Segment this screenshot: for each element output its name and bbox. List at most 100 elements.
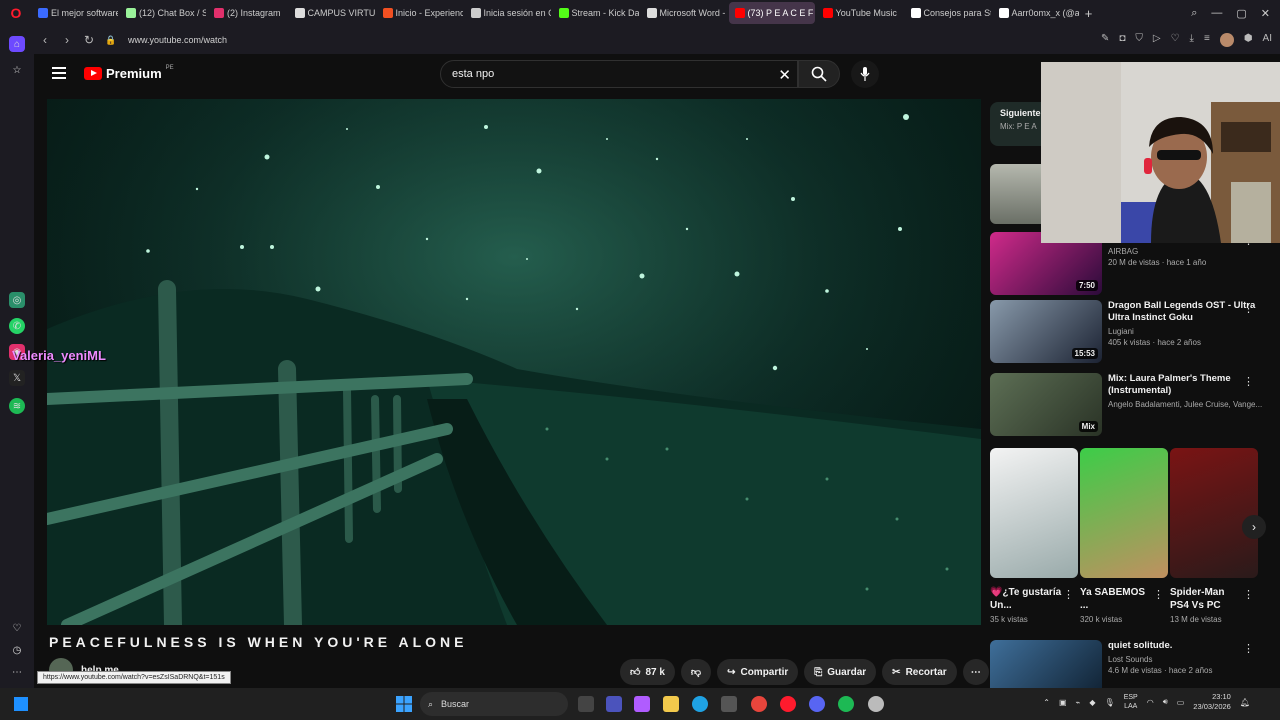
- channel-name[interactable]: Lugiani: [1108, 327, 1256, 336]
- opera-taskbar-icon[interactable]: [780, 696, 796, 712]
- heart-icon[interactable]: ♡: [9, 620, 25, 636]
- search-tabs-icon[interactable]: ⌕: [1191, 7, 1197, 20]
- recommended-video[interactable]: 15:53 Dragon Ball Legends OST - Ultra Ult…: [990, 300, 1266, 363]
- shield-icon[interactable]: ⛉: [1135, 33, 1143, 47]
- browser-tab[interactable]: (73) P E A C E F U L: [728, 2, 815, 24]
- more-options-icon[interactable]: ⋮: [1063, 588, 1074, 601]
- more-options-icon[interactable]: ⋮: [1153, 588, 1164, 601]
- language-indicator[interactable]: ESP LAA: [1124, 693, 1138, 711]
- player-icon[interactable]: ▷: [1153, 33, 1161, 47]
- chrome-icon[interactable]: [751, 696, 767, 712]
- widgets-icon[interactable]: [14, 697, 28, 711]
- more-icon[interactable]: ⋯: [9, 664, 25, 680]
- youtube-premium-logo[interactable]: Premium PE: [84, 65, 174, 81]
- video-thumbnail[interactable]: 15:53: [990, 300, 1102, 363]
- chatgpt-icon[interactable]: ◎: [9, 292, 25, 308]
- share-button[interactable]: ↪ Compartir: [717, 659, 799, 685]
- short-thumbnail[interactable]: [1080, 448, 1168, 578]
- whatsapp-icon[interactable]: ✆: [9, 318, 25, 334]
- clip-button[interactable]: ✂ Recortar: [882, 659, 957, 685]
- discord-icon[interactable]: [809, 696, 825, 712]
- short-video[interactable]: Spider-Man PS4 Vs PC 13 M de vistas ⋮: [1170, 448, 1258, 624]
- opera-logo-icon[interactable]: O: [0, 0, 32, 26]
- camera-icon[interactable]: ◘: [1119, 33, 1125, 47]
- hamburger-menu-icon[interactable]: [52, 67, 66, 79]
- x-twitter-icon[interactable]: 𝕏: [9, 370, 25, 386]
- minimize-button[interactable]: —: [1211, 7, 1222, 20]
- spotify-taskbar-icon[interactable]: [838, 696, 854, 712]
- browser-tab[interactable]: (12) Chat Box / Stre: [120, 2, 206, 24]
- copilot-icon[interactable]: [634, 696, 650, 712]
- browser-tab[interactable]: Inicia sesión en Cai: [465, 2, 551, 24]
- menu-icon[interactable]: ≡: [1204, 33, 1210, 47]
- browser-tab[interactable]: Microsoft Word - M: [641, 2, 727, 24]
- teams-icon[interactable]: [606, 696, 622, 712]
- browser-tab[interactable]: Stream - Kick Dash: [553, 2, 639, 24]
- file-explorer-icon[interactable]: [663, 696, 679, 712]
- heart-icon[interactable]: ♡: [1171, 33, 1180, 47]
- browser-tab[interactable]: YouTube Music: [817, 2, 903, 24]
- more-actions-button[interactable]: ⋯: [962, 659, 989, 685]
- taskbar-search[interactable]: ⌕ Buscar: [420, 692, 568, 716]
- clock[interactable]: 23:10 23/03/2026: [1193, 692, 1231, 712]
- profile-avatar[interactable]: [1219, 33, 1234, 47]
- more-options-icon[interactable]: ⋮: [1243, 302, 1254, 315]
- channel-name[interactable]: Lost Sounds: [1108, 655, 1256, 664]
- browser-tab[interactable]: Aarr0omx_x (@aar: [993, 2, 1079, 24]
- voice-search-button[interactable]: [851, 60, 879, 88]
- short-video[interactable]: Ya SABEMOS ... 320 k vistas ⋮: [1080, 448, 1168, 624]
- notification-bell-icon[interactable]: 🔔︎: [1240, 698, 1250, 707]
- reload-button[interactable]: ↻: [78, 33, 100, 47]
- edge-icon[interactable]: [692, 696, 708, 712]
- browser-tab[interactable]: Consejos para Strea: [905, 2, 991, 24]
- edit-icon[interactable]: ✎: [1101, 33, 1109, 47]
- browser-tab[interactable]: (2) Instagram: [208, 2, 287, 24]
- browser-tab[interactable]: El mejor software p: [32, 2, 118, 24]
- network-icon[interactable]: ⌁: [1076, 698, 1081, 707]
- short-thumbnail[interactable]: [990, 448, 1078, 578]
- more-options-icon[interactable]: ⋮: [1243, 588, 1254, 601]
- ai-button[interactable]: AI: [1263, 33, 1272, 47]
- app-icon[interactable]: [868, 696, 884, 712]
- battery-icon[interactable]: ▭: [1177, 698, 1185, 707]
- channel-name[interactable]: AIRBAG: [1108, 247, 1256, 256]
- store-icon[interactable]: [721, 696, 737, 712]
- clear-search-icon[interactable]: ✕: [778, 66, 791, 84]
- nvidia-icon[interactable]: ◆: [1089, 698, 1095, 707]
- like-button[interactable]: 👍︎ 87 k: [620, 659, 675, 685]
- url-field[interactable]: www.youtube.com/watch: [128, 35, 227, 45]
- pinboards-icon[interactable]: ☆: [9, 62, 25, 78]
- browser-tab[interactable]: Inicio - Experience: [377, 2, 463, 24]
- video-player[interactable]: [47, 99, 981, 625]
- download-icon[interactable]: ⤓: [1190, 33, 1194, 47]
- forward-button[interactable]: ›: [56, 33, 78, 47]
- microphone-tray-icon[interactable]: 🎙︎: [1105, 698, 1115, 707]
- new-tab-button[interactable]: +: [1079, 6, 1099, 21]
- windows-start-icon[interactable]: [396, 696, 412, 712]
- shorts-next-button[interactable]: ›: [1242, 515, 1266, 539]
- channel-name[interactable]: Angelo Badalamenti, Julee Cruise, Vange.…: [1108, 400, 1262, 409]
- back-button[interactable]: ‹: [34, 33, 56, 47]
- more-options-icon[interactable]: ⋮: [1243, 375, 1254, 388]
- maximize-button[interactable]: ▢: [1236, 7, 1246, 20]
- recommended-video[interactable]: Mix Mix: Laura Palmer's Theme (Instrument…: [990, 373, 1266, 436]
- short-thumbnail[interactable]: [1170, 448, 1258, 578]
- volume-icon[interactable]: 🔊︎: [1163, 697, 1168, 707]
- search-box[interactable]: esta npo ✕: [440, 60, 798, 88]
- search-input[interactable]: esta npo: [452, 68, 494, 80]
- history-icon[interactable]: ◷: [9, 642, 25, 658]
- save-button[interactable]: ⎘ Guardar: [804, 659, 877, 685]
- short-video[interactable]: 💗¿Te gustaría Un... 35 k vistas ⋮: [990, 448, 1078, 624]
- wifi-icon[interactable]: ◠: [1147, 698, 1154, 707]
- dislike-button[interactable]: 👎︎: [680, 659, 712, 685]
- tray-app-icon[interactable]: ▣: [1059, 698, 1067, 707]
- task-view-icon[interactable]: [578, 696, 594, 712]
- more-options-icon[interactable]: ⋮: [1243, 642, 1254, 655]
- spotify-icon[interactable]: ≋: [9, 398, 25, 414]
- extensions-icon[interactable]: ⬢: [1244, 33, 1253, 47]
- close-window-button[interactable]: ✕: [1261, 7, 1270, 20]
- chevron-up-icon[interactable]: ⌃: [1043, 698, 1050, 707]
- search-button[interactable]: [798, 60, 840, 88]
- home-icon[interactable]: ⌂: [9, 36, 25, 52]
- browser-tab[interactable]: CAMPUS VIRTUAL: [289, 2, 375, 24]
